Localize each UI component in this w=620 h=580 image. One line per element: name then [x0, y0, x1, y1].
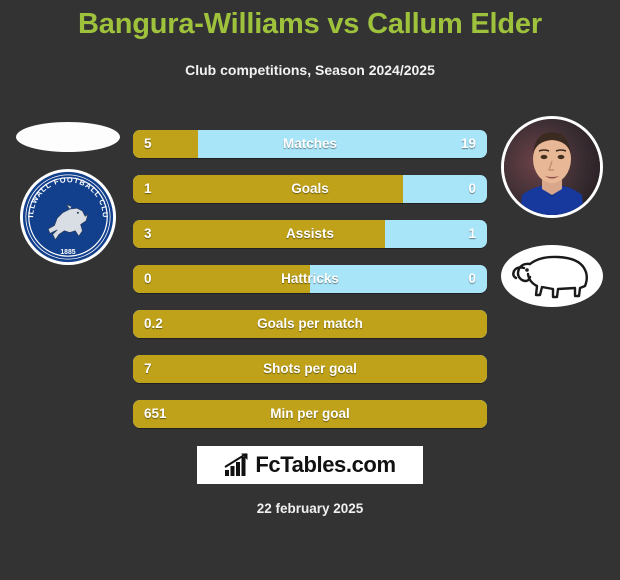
stat-row: 5 Matches 19: [133, 130, 487, 158]
stat-row: 0.2 Goals per match: [133, 310, 487, 338]
stat-label: Goals: [291, 181, 329, 196]
fctables-logo-text: FcTables.com: [255, 452, 396, 477]
stat-row: 1 Goals 0: [133, 175, 487, 203]
away-value: 19: [460, 136, 476, 151]
page-subtitle: Club competitions, Season 2024/2025: [185, 62, 435, 78]
away-value: 0: [468, 181, 476, 196]
bar-chart-growth-icon: [224, 453, 248, 476]
home-player-photo-placeholder: [16, 122, 120, 152]
stat-label: Matches: [282, 136, 338, 151]
stat-row: 3 Assists 1: [133, 220, 487, 248]
stat-label: Goals per match: [257, 316, 363, 331]
away-player-column: [492, 110, 612, 308]
stat-label: Shots per goal: [263, 361, 357, 376]
club-founded-year: 1885: [60, 249, 75, 256]
millwall-football-club-badge-icon: MILLWALL FOOTBALL CLUB 1885: [19, 168, 117, 266]
away-value: 1: [468, 226, 476, 241]
fctables-logo[interactable]: FcTables.com: [197, 446, 423, 484]
stat-row: 0 Hattricks 0: [133, 265, 487, 293]
stat-label: Hattricks: [281, 271, 339, 286]
stat-label: Min per goal: [270, 406, 350, 421]
derby-county-ram-badge-icon: [501, 245, 603, 307]
away-value: 0: [468, 271, 476, 286]
player-portrait-icon: [504, 119, 600, 215]
report-date: 22 february 2025: [256, 501, 364, 516]
home-player-column: MILLWALL FOOTBALL CLUB 1885: [8, 110, 128, 266]
stat-row: 651 Min per goal: [133, 400, 487, 428]
away-club-badge: [500, 244, 604, 308]
page-title: Bangura-Williams vs Callum Elder: [78, 8, 542, 40]
stat-label: Assists: [285, 226, 335, 241]
stats-list: 5 Matches 19 1 Goals 0 3 Assists 1 0 Hat…: [133, 130, 487, 445]
away-player-photo: [501, 116, 603, 218]
home-club-badge: MILLWALL FOOTBALL CLUB 1885: [16, 168, 120, 266]
stat-row: 7 Shots per goal: [133, 355, 487, 383]
